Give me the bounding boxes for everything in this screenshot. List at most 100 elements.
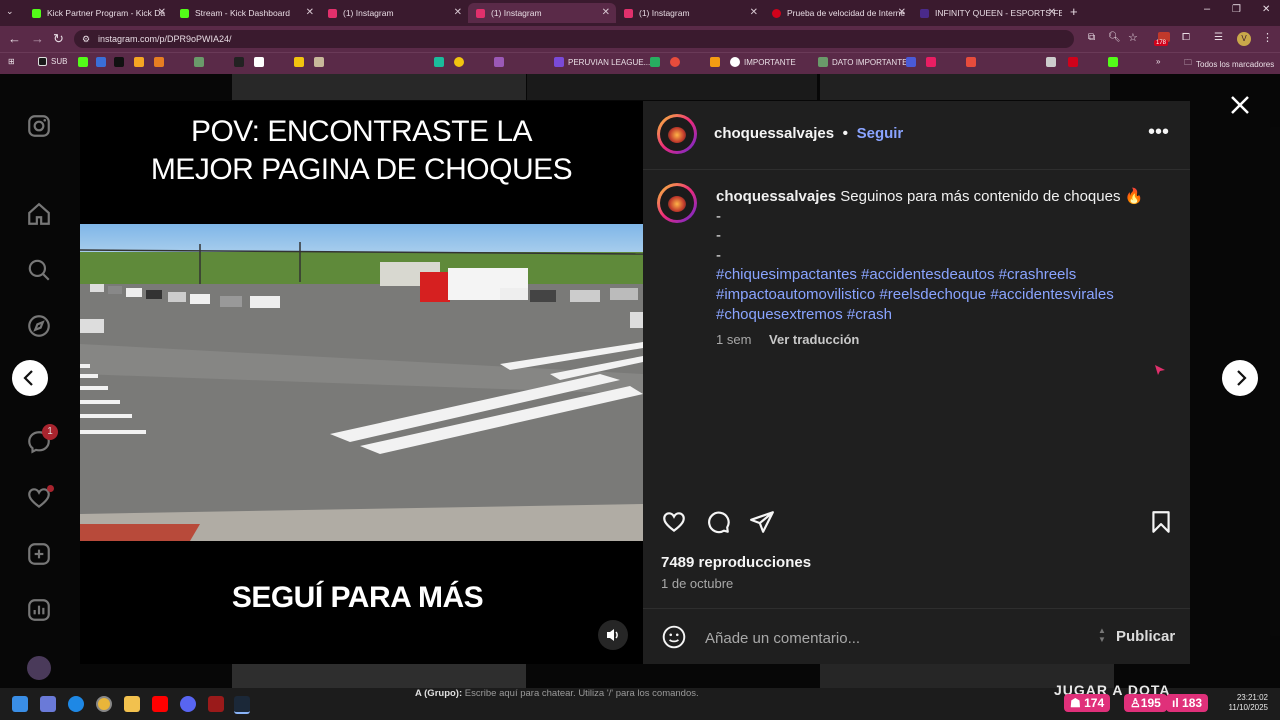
search-icon[interactable] [26, 257, 52, 283]
close-tab-icon[interactable]: ✕ [898, 7, 906, 18]
hashtags[interactable]: #chiquesimpactantes #accidentesdeautos #… [716, 265, 1156, 285]
tab-search-icon[interactable]: ⌄ [6, 6, 14, 17]
menu-kebab-icon[interactable]: ⋮ [1262, 31, 1273, 44]
apps-icon[interactable]: ⊞ [8, 57, 15, 66]
close-tab-icon[interactable]: ✕ [1048, 7, 1056, 18]
bookmark-item[interactable] [314, 57, 328, 67]
create-icon[interactable] [26, 541, 52, 567]
bookmark-item[interactable] [1068, 57, 1082, 67]
sidepanel-icon[interactable]: ☰ [1214, 32, 1223, 43]
share-icon[interactable] [749, 509, 775, 535]
comment-icon[interactable] [705, 509, 731, 535]
minimize-button[interactable]: – [1204, 3, 1210, 15]
bookmark-sub[interactable]: SUB [38, 57, 67, 66]
bookmark-item[interactable] [670, 57, 684, 67]
system-clock[interactable]: 23:21:02 11/10/2025 [1226, 693, 1268, 713]
close-tab-icon[interactable]: ✕ [158, 7, 166, 18]
bookmark-item[interactable] [114, 57, 128, 67]
bookmark-item[interactable] [234, 57, 248, 67]
close-tab-icon[interactable]: ✕ [750, 7, 758, 18]
bookmark-item[interactable] [194, 57, 208, 67]
extensions-icon[interactable]: ⧠ [1182, 32, 1190, 43]
hashtags[interactable]: #impactoautomovilistico #reelsdechoque #… [716, 285, 1156, 305]
bookmark-item[interactable] [1108, 57, 1122, 67]
home-icon[interactable] [26, 201, 52, 227]
close-icon[interactable] [1229, 94, 1251, 116]
mute-button[interactable] [598, 620, 628, 650]
reload-icon[interactable]: ↻ [53, 31, 64, 47]
save-icon[interactable] [1148, 509, 1174, 535]
emoji-icon[interactable] [661, 624, 687, 650]
instagram-logo-icon[interactable] [26, 113, 52, 139]
app-icon[interactable] [208, 696, 224, 712]
bookmark-importante[interactable]: IMPORTANTE [730, 57, 796, 67]
extension-icon[interactable]: 178 [1154, 32, 1174, 46]
bookmark-item[interactable] [254, 57, 268, 67]
profile-avatar[interactable] [27, 656, 51, 680]
bookmark-item[interactable] [294, 57, 308, 67]
youtube-icon[interactable] [152, 696, 168, 712]
bookmark-item[interactable] [650, 57, 664, 67]
browser-tab[interactable]: (1) Instagram ✕ [320, 3, 468, 23]
bookmark-item[interactable] [906, 57, 920, 67]
hashtags[interactable]: #choquesextremos #crash [716, 305, 1156, 325]
bookmark-peruvian-league[interactable]: PERUVIAN LEAGUE... [554, 57, 650, 67]
bookmark-star-icon[interactable]: ☆ [1128, 31, 1138, 44]
browser-tab[interactable]: Kick Partner Program - Kick Da ✕ [24, 3, 172, 23]
close-window-button[interactable]: ✕ [1262, 4, 1270, 15]
close-tab-icon[interactable]: ✕ [306, 7, 314, 18]
see-translation-link[interactable]: Ver traducción [769, 332, 859, 347]
dashboard-icon[interactable] [26, 597, 52, 623]
bookmark-item[interactable] [710, 57, 724, 67]
windows-start-icon[interactable] [12, 696, 28, 712]
publish-button[interactable]: Publicar [1116, 628, 1175, 645]
profile-avatar[interactable]: V [1237, 32, 1251, 46]
caption-avatar[interactable] [657, 183, 697, 223]
edge-icon[interactable] [68, 696, 84, 712]
bookmark-item[interactable] [494, 57, 508, 67]
follow-button[interactable]: Seguir [857, 125, 904, 142]
post-video[interactable]: POV: ENCONTRASTE LA MEJOR PAGINA DE CHOQ… [80, 101, 643, 664]
more-bookmarks-icon[interactable]: » [1156, 57, 1160, 66]
bookmark-item[interactable] [926, 57, 940, 67]
caption-username[interactable]: choquessalvajes [716, 188, 836, 205]
author-avatar[interactable] [657, 114, 697, 154]
chrome-icon[interactable] [96, 696, 112, 712]
bookmark-item[interactable] [454, 57, 468, 67]
bookmark-item[interactable] [134, 57, 148, 67]
site-info-icon[interactable]: ⚙ [82, 30, 90, 48]
discord-icon[interactable] [180, 696, 196, 712]
bookmark-item[interactable] [96, 57, 110, 67]
browser-tab[interactable]: (1) Instagram ✕ [616, 3, 764, 23]
game-chat-line[interactable]: A (Grupo): Escribe aquí para chatear. Ut… [415, 688, 699, 699]
bookmark-item[interactable] [78, 57, 92, 67]
close-tab-icon[interactable]: ✕ [454, 7, 462, 18]
more-options-icon[interactable]: ••• [1148, 121, 1169, 144]
view-count[interactable]: 7489 reproducciones [661, 554, 811, 571]
browser-tab[interactable]: Prueba de velocidad de Interne ✕ [764, 3, 912, 23]
forward-icon[interactable]: → [31, 31, 44, 46]
back-icon[interactable]: ← [8, 31, 21, 46]
like-icon[interactable] [661, 509, 687, 535]
steam-icon[interactable] [234, 696, 250, 714]
bookmark-item[interactable] [966, 57, 980, 67]
all-bookmarks-folder[interactable]: 🗀 Todos los marcadores [1184, 57, 1274, 71]
address-bar[interactable]: ⚙ instagram.com/p/DPR9oPWIA24/ [74, 30, 1074, 48]
maximize-button[interactable]: ❐ [1232, 4, 1241, 15]
bookmark-dato-importante[interactable]: DATO IMPORTANTE [818, 57, 907, 67]
new-tab-button[interactable]: + [1070, 4, 1078, 19]
previous-post-button[interactable] [12, 360, 48, 396]
browser-tab[interactable]: Stream - Kick Dashboard ✕ [172, 3, 320, 23]
bookmark-item[interactable] [434, 57, 448, 67]
author-username[interactable]: choquessalvajes [714, 125, 834, 142]
close-tab-icon[interactable]: ✕ [602, 7, 610, 18]
cast-icon[interactable]: ⧉ [1088, 32, 1095, 43]
browser-tab[interactable]: INFINITY QUEEN - ESPORTS FE ✕ [912, 3, 1062, 23]
browser-tab-active[interactable]: (1) Instagram ✕ [468, 3, 616, 23]
zoom-icon[interactable]: 🔍︎ [1108, 32, 1121, 43]
explore-icon[interactable] [26, 313, 52, 339]
file-explorer-icon[interactable] [124, 696, 140, 712]
comment-input[interactable] [703, 627, 1087, 649]
bookmark-item[interactable] [154, 57, 168, 67]
next-post-button[interactable] [1222, 360, 1258, 396]
